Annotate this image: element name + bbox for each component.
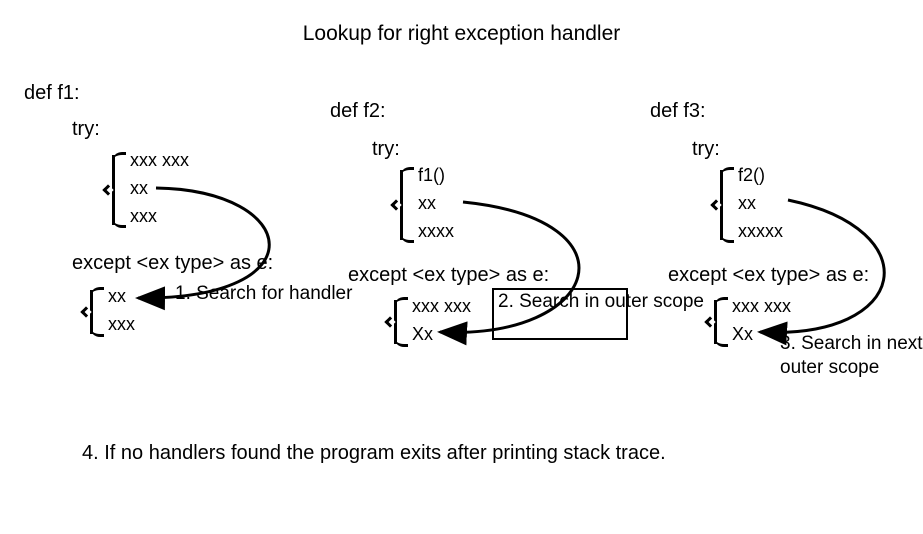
f1-except-line-1: xx [108,286,126,307]
f3-try-brace [720,170,723,240]
f2-except: except <ex type> as e: [348,264,549,287]
f3-try-line-3: xxxxx [738,221,783,242]
f3-try: try: [692,138,720,161]
f1-try-line-3: xxx [130,206,157,227]
f2-try-line-3: xxxx [418,221,454,242]
note-2: 2. Search in outer scope [498,290,704,314]
f2-except-line-1: xxx xxx [412,296,471,317]
f1-except-brace [90,290,93,334]
note-1: 1. Search for handler [175,282,352,306]
f2-try-line-1: f1() [418,165,445,186]
f2-try-line-2: xx [418,193,436,214]
diagram-title: Lookup for right exception handler [0,22,923,46]
f1-try-line-2: xx [130,178,148,199]
f2-try-brace [400,170,403,240]
f3-def: def f3: [650,100,706,123]
f1-except-line-2: xxx [108,314,135,335]
footer-step-4: 4. If no handlers found the program exit… [82,442,666,465]
f3-except: except <ex type> as e: [668,264,869,287]
f3-try-line-2: xx [738,193,756,214]
f3-except-brace [714,300,717,344]
f1-except: except <ex type> as e: [72,252,273,275]
f3-except-line-1: xxx xxx [732,296,791,317]
f1-try-line-1: xxx xxx [130,150,189,171]
f2-def: def f2: [330,100,386,123]
f2-try: try: [372,138,400,161]
f2-except-brace [394,300,397,344]
f3-try-line-1: f2() [738,165,765,186]
note-3: 3. Search in next outer scope [780,332,923,380]
f3-except-line-2: Xx [732,324,753,345]
f1-def: def f1: [24,82,80,105]
f1-try-brace [112,155,115,225]
f2-except-line-2: Xx [412,324,433,345]
f1-try: try: [72,118,100,141]
